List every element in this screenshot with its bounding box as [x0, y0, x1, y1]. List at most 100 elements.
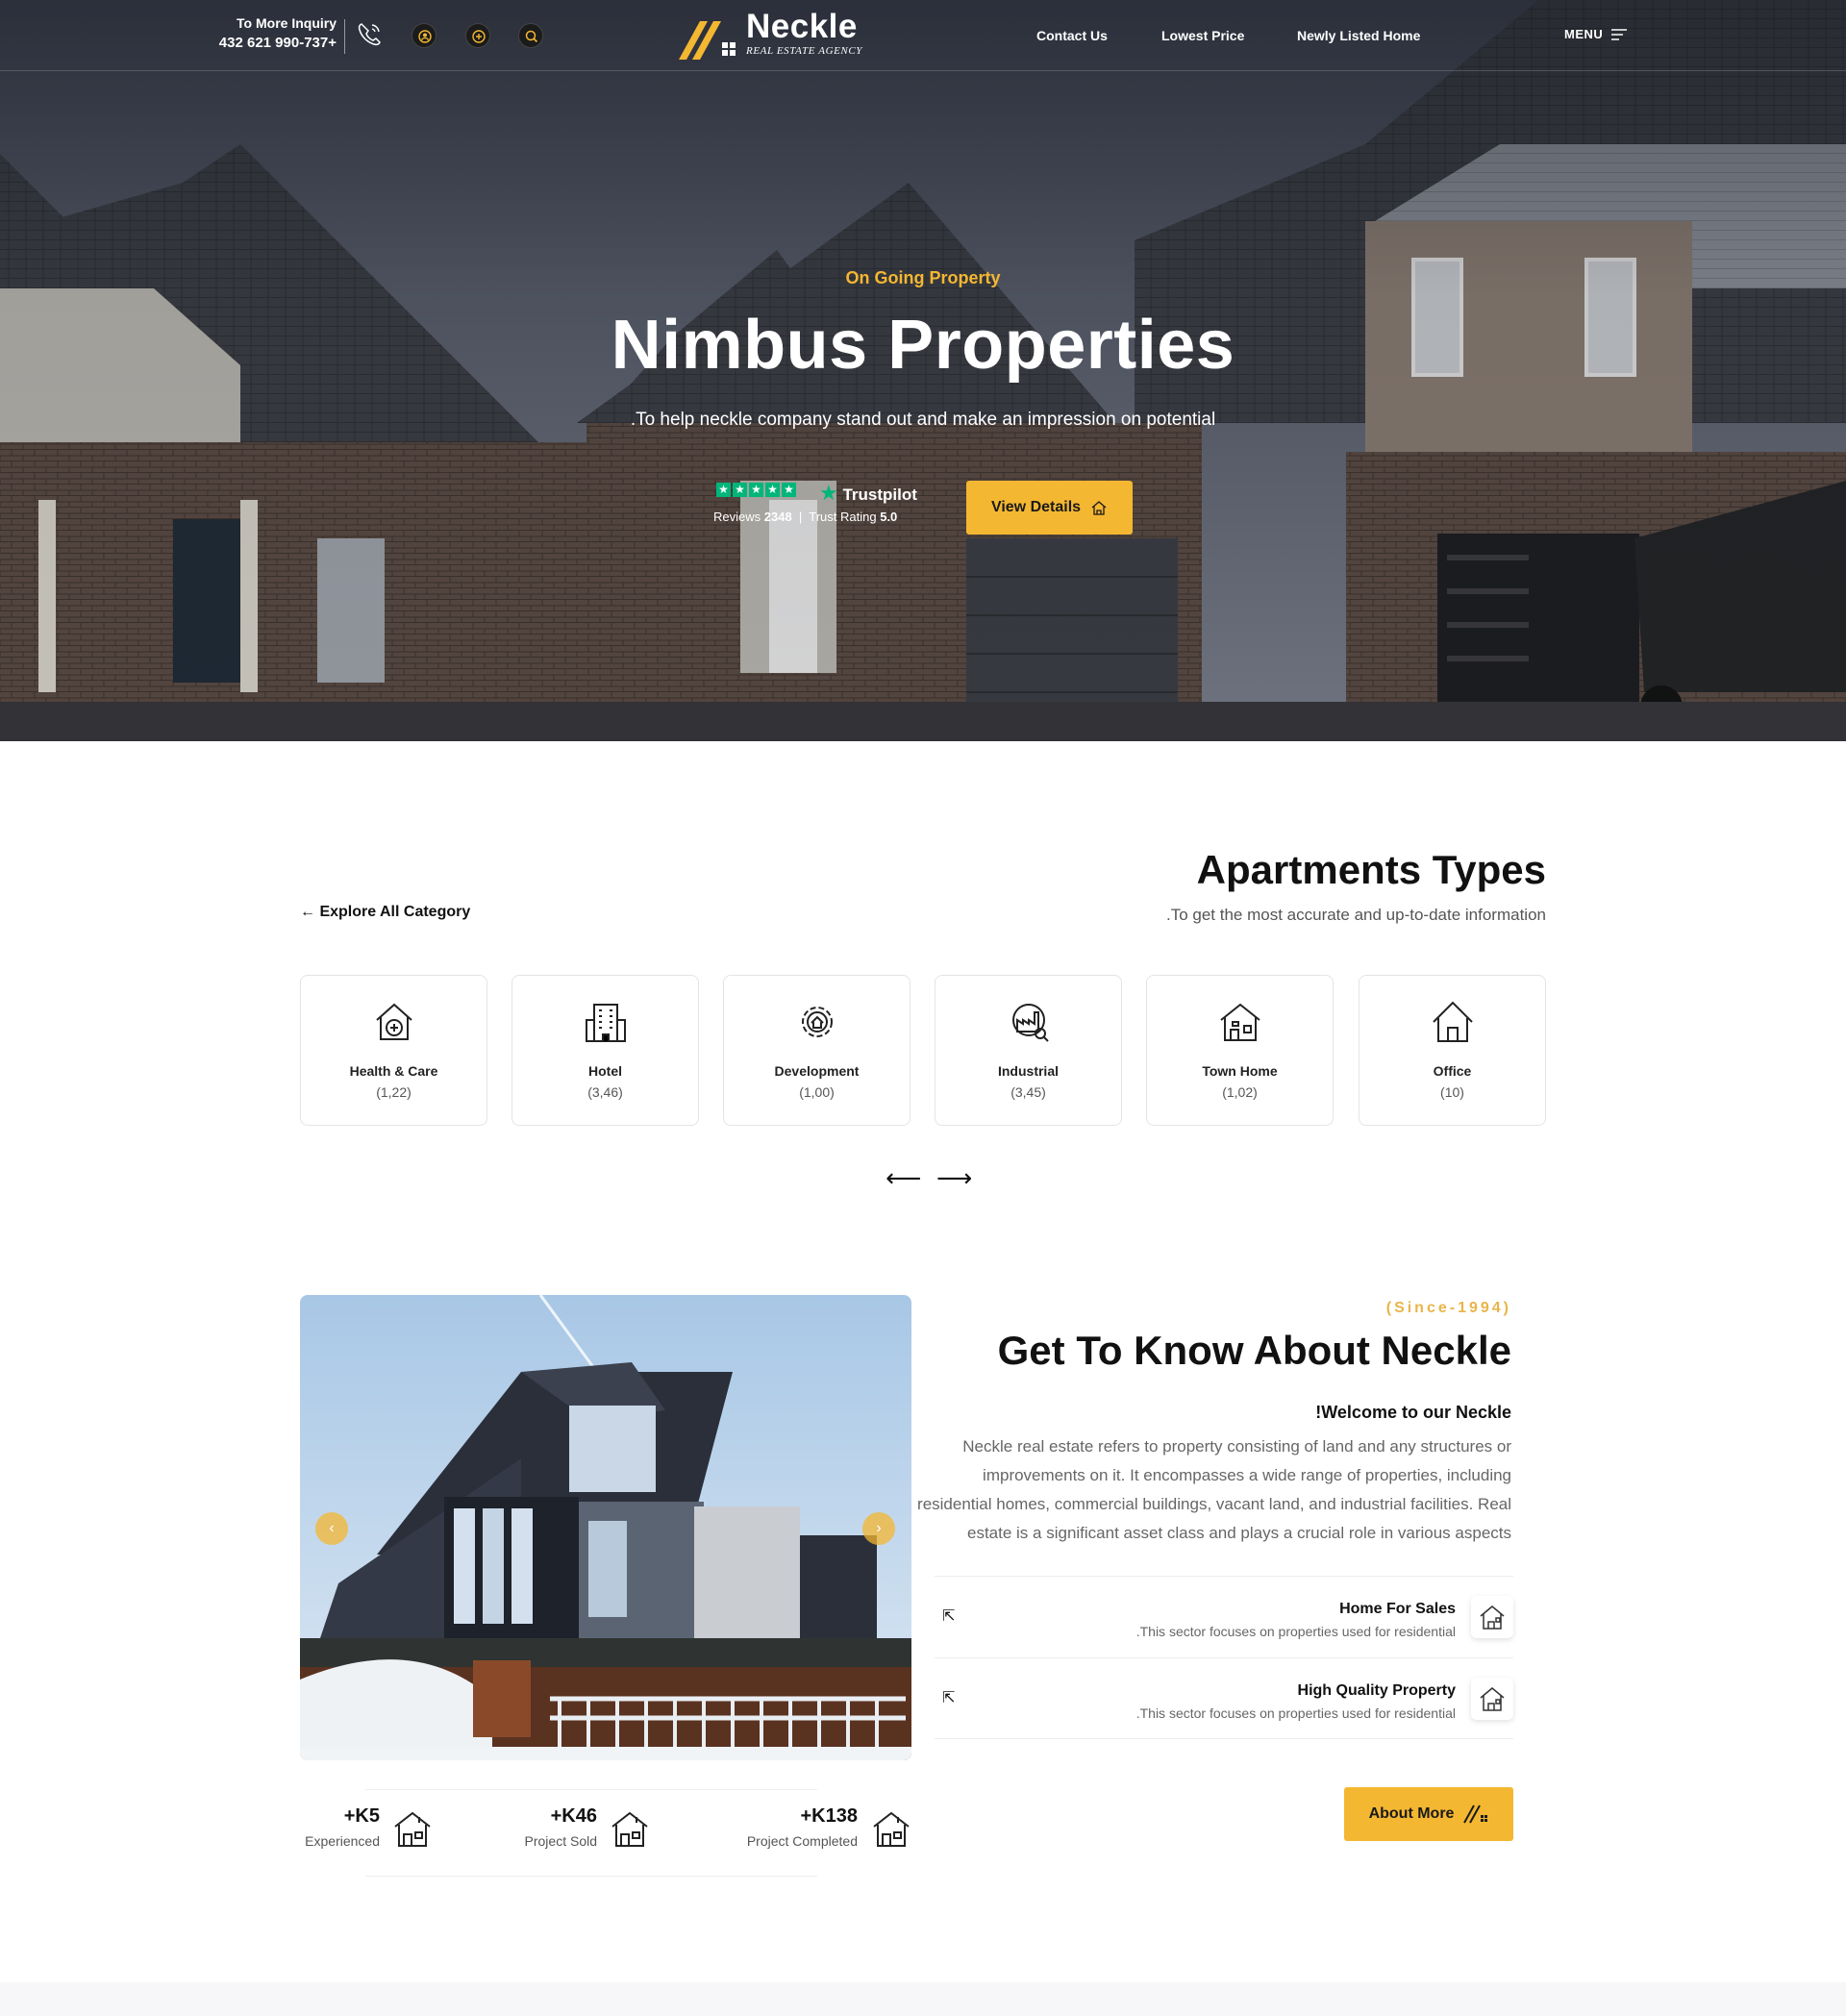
stat-value: +K5 — [343, 1805, 380, 1827]
inquiry-label: To More Inquiry — [237, 15, 337, 31]
category-card-development[interactable]: Development (1,00) — [723, 975, 911, 1126]
category-name: Office — [1433, 1063, 1472, 1079]
logo-mark-icon — [679, 21, 736, 60]
view-details-label: View Details — [990, 499, 1082, 515]
about-paragraph: Neckle real estate refers to property co… — [917, 1437, 1511, 1542]
slider-next-button[interactable]: › — [862, 1512, 895, 1545]
industrial-factory-icon — [1012, 1004, 1049, 1042]
stats-divider — [365, 1789, 817, 1790]
stat-label: Project Sold — [524, 1833, 597, 1849]
star-icon: ★ — [765, 483, 780, 497]
chevron-right-icon: › — [876, 1520, 882, 1536]
feature-home-for-sales[interactable]: ⇱ Home For Sales .This sector focuses on… — [935, 1576, 1513, 1656]
logo-tagline: REAL ESTATE AGENCY — [746, 45, 863, 57]
stat-value: +K138 — [800, 1805, 859, 1827]
menu-label: MENU — [1564, 27, 1604, 41]
category-card-hotel[interactable]: Hotel (3,46) — [511, 975, 699, 1126]
menu-button[interactable]: MENU — [1564, 27, 1628, 41]
user-icon[interactable] — [412, 23, 437, 48]
hamburger-icon — [1611, 28, 1628, 40]
feature-high-quality-property[interactable]: ⇱ High Quality Property .This sector foc… — [935, 1657, 1513, 1738]
category-card-town-home[interactable]: Town Home (1,02) — [1146, 975, 1334, 1126]
category-name: Industrial — [997, 1063, 1059, 1079]
category-count: (3,46) — [587, 1084, 623, 1100]
next-section-band — [0, 1982, 1846, 2016]
about-welcome: !Welcome to our Neckle — [1315, 1403, 1511, 1422]
category-name: Hotel — [588, 1063, 622, 1079]
stat-project-completed: +K138 Project Completed — [723, 1805, 858, 1849]
features-divider — [935, 1738, 1513, 1739]
trustpilot-meta: Reviews 2348 | Trust Rating 5.0 — [713, 510, 898, 524]
search-icon[interactable] — [518, 23, 543, 48]
office-house-icon — [1433, 1001, 1473, 1042]
logo-name: Neckle — [746, 8, 858, 45]
stat-project-sold: +K46 Project Sold — [500, 1805, 597, 1849]
about-title: Get To Know About Neckle — [997, 1328, 1511, 1373]
nav-lowest-price[interactable]: Lowest Price — [1161, 28, 1244, 43]
hero-eyebrow: On Going Property — [845, 268, 1001, 287]
inquiry-block: To More Inquiry 432 621 990-737+ — [202, 15, 337, 51]
development-gear-icon — [802, 1007, 833, 1037]
inquiry-phone[interactable]: 432 621 990-737+ — [202, 35, 337, 51]
star-icon: ★ — [782, 483, 796, 497]
hero-title: Nimbus Properties — [611, 307, 1235, 384]
house-stat-icon — [873, 1811, 910, 1847]
since-label: (Since-1994) — [1385, 1300, 1511, 1316]
house-icon — [1480, 1687, 1505, 1711]
category-name: Town Home — [1202, 1063, 1278, 1079]
hotel-building-icon — [586, 1004, 626, 1042]
arrow-left-icon: ⟵ — [886, 1163, 922, 1192]
stat-value: +K46 — [550, 1805, 597, 1827]
hero-subtitle: .To help neckle company stand out and ma… — [630, 410, 1216, 430]
arrow-up-left-icon: ⇱ — [942, 1608, 956, 1625]
star-icon: ★ — [749, 483, 763, 497]
house-stat-icon — [611, 1811, 648, 1847]
arrow-right-icon: ⟶ — [936, 1163, 973, 1192]
category-name: Health & Care — [349, 1063, 438, 1079]
view-details-button[interactable]: View Details — [966, 481, 1133, 535]
hero-section: To More Inquiry 432 621 990-737+ Neckle … — [0, 0, 1846, 741]
top-bar: To More Inquiry 432 621 990-737+ Neckle … — [0, 0, 1846, 71]
category-card-office[interactable]: Office (10) — [1359, 975, 1546, 1126]
apartments-title: Apartments Types — [1196, 847, 1546, 892]
carousel-prev-button[interactable]: ⟵ — [886, 1163, 921, 1193]
divider — [344, 19, 345, 54]
about-image-slider — [300, 1295, 911, 1760]
category-count: (1,00) — [799, 1084, 835, 1100]
stat-label: Project Completed — [746, 1833, 858, 1849]
add-icon[interactable] — [465, 23, 490, 48]
feature-desc: .This sector focuses on properties used … — [1135, 1705, 1456, 1721]
category-count: (1,22) — [376, 1084, 412, 1100]
arrow-left-icon: ← — [300, 904, 315, 920]
nav-contact-us[interactable]: Contact Us — [1036, 28, 1108, 43]
category-count: (1,02) — [1222, 1084, 1258, 1100]
category-card-health-care[interactable]: Health & Care (1,22) — [300, 975, 487, 1126]
explore-all-category-link[interactable]: ← Explore All Category — [300, 904, 470, 921]
carousel-next-button[interactable]: ⟶ — [936, 1163, 972, 1193]
category-name: Development — [774, 1063, 860, 1079]
phone-icon[interactable] — [354, 19, 385, 50]
stats-divider — [365, 1876, 817, 1877]
house-stat-icon — [394, 1811, 431, 1847]
category-carousel: Health & Care (1,22) Hotel (3,46) Develo… — [300, 975, 1546, 1126]
trustpilot-star-icon: ★ — [819, 481, 838, 505]
star-icon: ★ — [733, 483, 747, 497]
chevron-left-icon: ‹ — [329, 1520, 335, 1536]
category-count: (10) — [1440, 1084, 1464, 1100]
about-more-button[interactable]: About More — [1344, 1787, 1513, 1841]
category-card-industrial[interactable]: Industrial (3,45) — [935, 975, 1122, 1126]
feature-icon-box — [1471, 1596, 1513, 1638]
trustpilot-stars: ★ ★ ★ ★ ★ — [716, 483, 796, 497]
stat-label: Experienced — [305, 1833, 380, 1849]
trustpilot-brand: ★ Trustpilot — [819, 481, 917, 505]
logo-mark-icon — [1463, 1804, 1488, 1824]
feature-desc: .This sector focuses on properties used … — [1135, 1624, 1456, 1639]
slider-prev-button[interactable]: ‹ — [315, 1512, 348, 1545]
nav-newly-listed-home[interactable]: Newly Listed Home — [1297, 28, 1420, 43]
site-logo[interactable]: Neckle REAL ESTATE AGENCY — [677, 8, 879, 61]
arrow-up-left-icon: ⇱ — [942, 1690, 956, 1706]
apartments-subtitle: .To get the most accurate and up-to-date… — [1165, 906, 1546, 924]
category-count: (3,45) — [1010, 1084, 1046, 1100]
modern-house-image — [300, 1295, 911, 1760]
feature-icon-box — [1471, 1678, 1513, 1720]
